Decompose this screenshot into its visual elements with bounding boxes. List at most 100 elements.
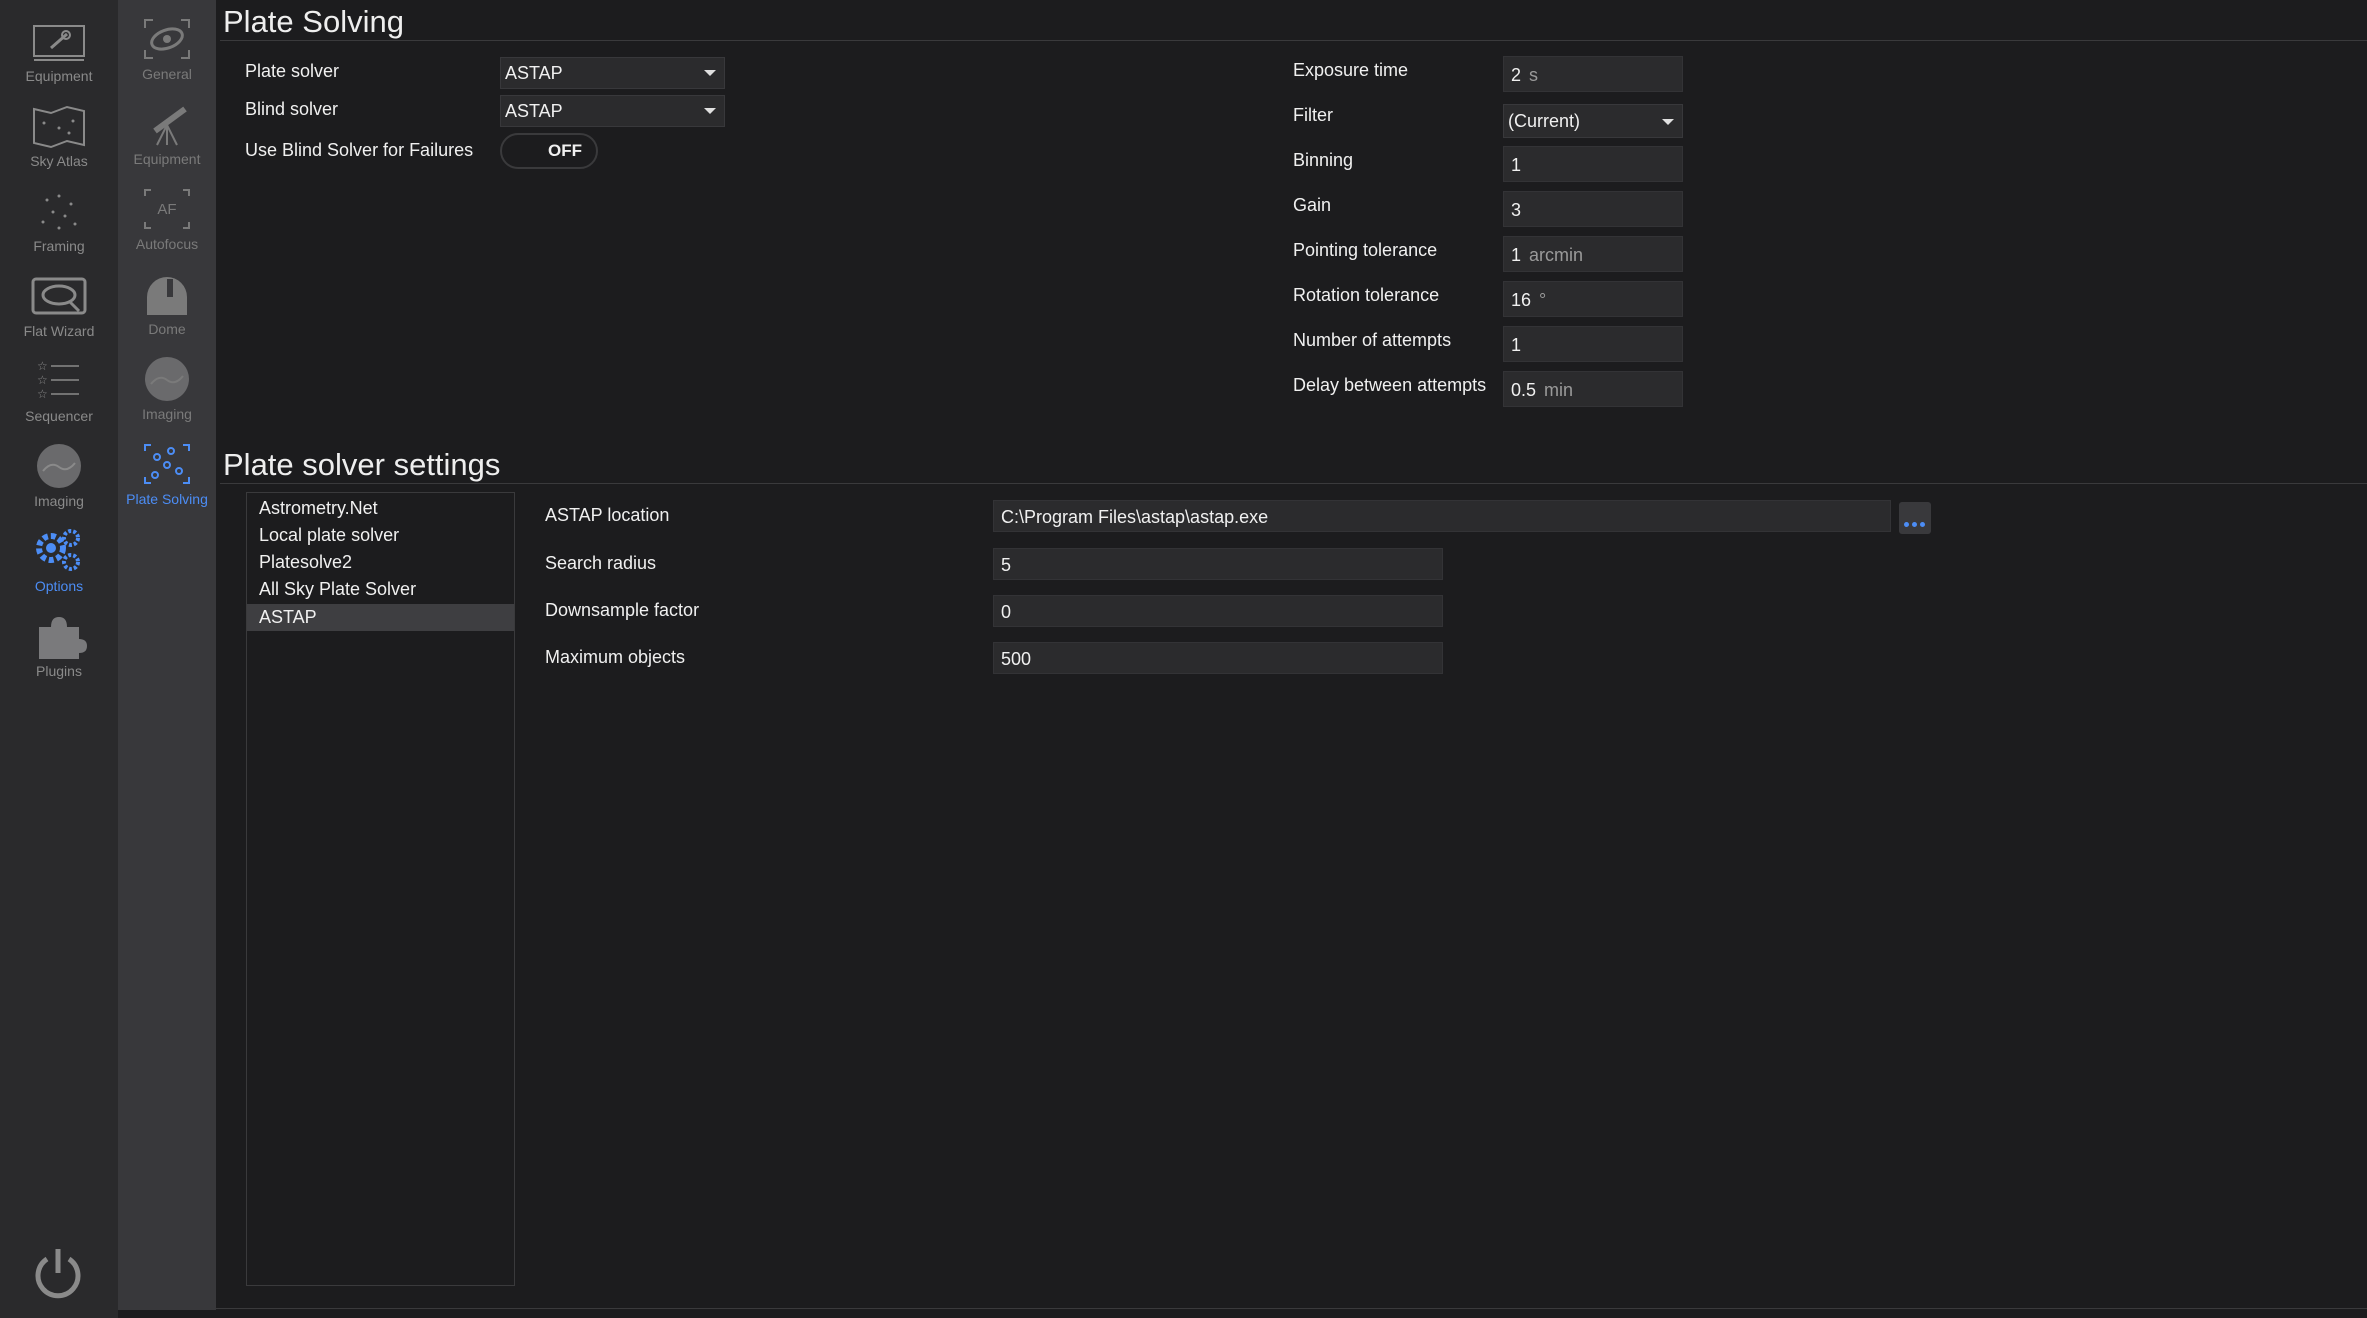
number-of-attempts-label: Number of attempts <box>1293 330 1452 350</box>
delay-between-attempts-input[interactable]: 0.5 min <box>1503 371 1683 407</box>
autofocus-icon: AF <box>144 189 190 229</box>
plate-solving-title: Plate Solving <box>223 4 404 39</box>
chevron-down-icon <box>704 70 716 76</box>
blind-solver-value: ASTAP <box>505 101 563 121</box>
camera-icon <box>33 25 85 61</box>
dome-icon <box>147 277 187 315</box>
flat-wizard-icon <box>31 277 87 315</box>
options-subnav: General Equipment AF Autofocus Dome Imag… <box>118 0 216 1310</box>
subnav-label: Plate Solving <box>126 491 208 507</box>
rotation-tolerance-unit: ° <box>1539 290 1547 310</box>
subnav-plate-solving[interactable]: Plate Solving <box>118 429 216 513</box>
downsample-factor-label: Downsample factor <box>545 600 700 620</box>
divider <box>220 483 2367 484</box>
maximum-objects-value: 500 <box>1001 649 1032 669</box>
svg-text:☆: ☆ <box>37 373 48 387</box>
subnav-dome[interactable]: Dome <box>118 259 216 343</box>
exposure-time-input[interactable]: 2s <box>1503 56 1683 92</box>
subnav-label: Imaging <box>142 406 192 422</box>
list-item[interactable]: All Sky Plate Solver <box>247 576 514 603</box>
list-item-selected[interactable]: ASTAP <box>247 604 514 631</box>
gain-label: Gain <box>1293 195 1332 215</box>
pointing-tolerance-input[interactable]: 1 arcmin <box>1503 236 1683 272</box>
nav-label: Flat Wizard <box>23 323 95 339</box>
browse-button[interactable] <box>1899 502 1931 534</box>
binning-input[interactable]: 1 <box>1503 146 1683 182</box>
divider <box>216 1308 2367 1309</box>
nav-sky-atlas[interactable]: Sky Atlas <box>0 93 118 177</box>
nav-label: Equipment <box>25 68 93 84</box>
nav-sequencer[interactable]: ☆ ☆ ☆ Sequencer <box>0 348 118 432</box>
list-item[interactable]: Astrometry.Net <box>247 495 514 522</box>
nav-plugins[interactable]: Plugins <box>0 603 118 687</box>
chevron-down-icon <box>704 108 716 114</box>
plate-solver-value: ASTAP <box>505 63 563 83</box>
nav-label: Plugins <box>36 663 82 679</box>
power-icon[interactable] <box>30 1245 86 1301</box>
subnav-label: Dome <box>148 321 186 337</box>
plate-solver-dropdown[interactable]: ASTAP <box>500 57 725 89</box>
plate-solver-settings-title: Plate solver settings <box>223 447 501 482</box>
astap-location-label: ASTAP location <box>545 505 670 525</box>
nav-framing[interactable]: Framing <box>0 178 118 262</box>
binning-label: Binning <box>1293 150 1354 170</box>
svg-text:☆: ☆ <box>37 387 48 401</box>
maximum-objects-label: Maximum objects <box>545 647 686 667</box>
subnav-equipment[interactable]: Equipment <box>118 89 216 173</box>
nav-label: Framing <box>33 238 85 254</box>
subnav-label: Equipment <box>133 151 201 167</box>
nav-equipment[interactable]: Equipment <box>0 8 118 92</box>
subnav-general[interactable]: General <box>118 4 216 88</box>
list-item[interactable]: Local plate solver <box>247 522 514 549</box>
number-of-attempts-input[interactable]: 1 <box>1503 326 1683 362</box>
use-blind-solver-toggle[interactable]: OFF <box>500 133 598 169</box>
puzzle-icon <box>39 617 87 659</box>
gain-value: 3 <box>1511 200 1522 220</box>
nav-imaging[interactable]: Imaging <box>0 433 118 517</box>
general-icon <box>144 19 190 59</box>
nav-label: Imaging <box>34 493 84 509</box>
rotation-tolerance-label: Rotation tolerance <box>1293 285 1440 305</box>
framing-icon <box>41 194 77 230</box>
filter-value: (Current) <box>1508 111 1581 131</box>
delay-between-attempts-label: Delay between attempts <box>1293 375 1487 395</box>
rotation-tolerance-input[interactable]: 16 ° <box>1503 281 1683 317</box>
gain-input[interactable]: 3 <box>1503 191 1683 227</box>
downsample-factor-value: 0 <box>1001 602 1012 622</box>
nav-label: Options <box>34 578 84 594</box>
delay-unit: min <box>1544 380 1574 400</box>
subnav-label: Autofocus <box>135 236 199 252</box>
binning-value: 1 <box>1511 155 1522 175</box>
svg-text:AF: AF <box>157 201 176 218</box>
chevron-down-icon <box>1662 119 1674 125</box>
downsample-factor-input[interactable]: 0 <box>993 595 1443 627</box>
search-radius-input[interactable]: 5 <box>993 548 1443 580</box>
plate-solver-label: Plate solver <box>245 61 340 81</box>
nav-flat-wizard[interactable]: Flat Wizard <box>0 263 118 347</box>
filter-dropdown[interactable]: (Current) <box>1503 104 1683 138</box>
subnav-label: General <box>142 66 192 82</box>
blind-solver-dropdown[interactable]: ASTAP <box>500 95 725 127</box>
subnav-autofocus[interactable]: AF Autofocus <box>118 174 216 258</box>
subnav-imaging[interactable]: Imaging <box>118 344 216 428</box>
blind-solver-label: Blind solver <box>245 99 339 119</box>
maximum-objects-input[interactable]: 500 <box>993 642 1443 674</box>
astap-location-value: C:\Program Files\astap\astap.exe <box>1001 507 1269 527</box>
imaging-icon <box>37 444 81 488</box>
sequencer-icon: ☆ ☆ ☆ <box>37 359 79 401</box>
number-of-attempts-value: 1 <box>1511 335 1522 355</box>
toggle-state: OFF <box>548 141 582 160</box>
pointing-tolerance-label: Pointing tolerance <box>1293 240 1438 260</box>
exposure-time-value: 2 <box>1511 65 1522 85</box>
pointing-tolerance-unit: arcmin <box>1529 245 1584 265</box>
nav-options[interactable]: Options <box>0 518 118 602</box>
telescope-icon <box>153 106 187 146</box>
astap-location-input[interactable]: C:\Program Files\astap\astap.exe <box>993 500 1891 532</box>
list-item[interactable]: Platesolve2 <box>247 549 514 576</box>
use-blind-solver-label: Use Blind Solver for Failures <box>245 140 474 160</box>
solver-list: Astrometry.Net Local plate solver Plates… <box>246 492 515 1286</box>
filter-label: Filter <box>1293 105 1333 125</box>
plate-solving-icon <box>144 444 190 484</box>
svg-text:☆: ☆ <box>37 359 48 373</box>
search-radius-label: Search radius <box>545 553 657 573</box>
